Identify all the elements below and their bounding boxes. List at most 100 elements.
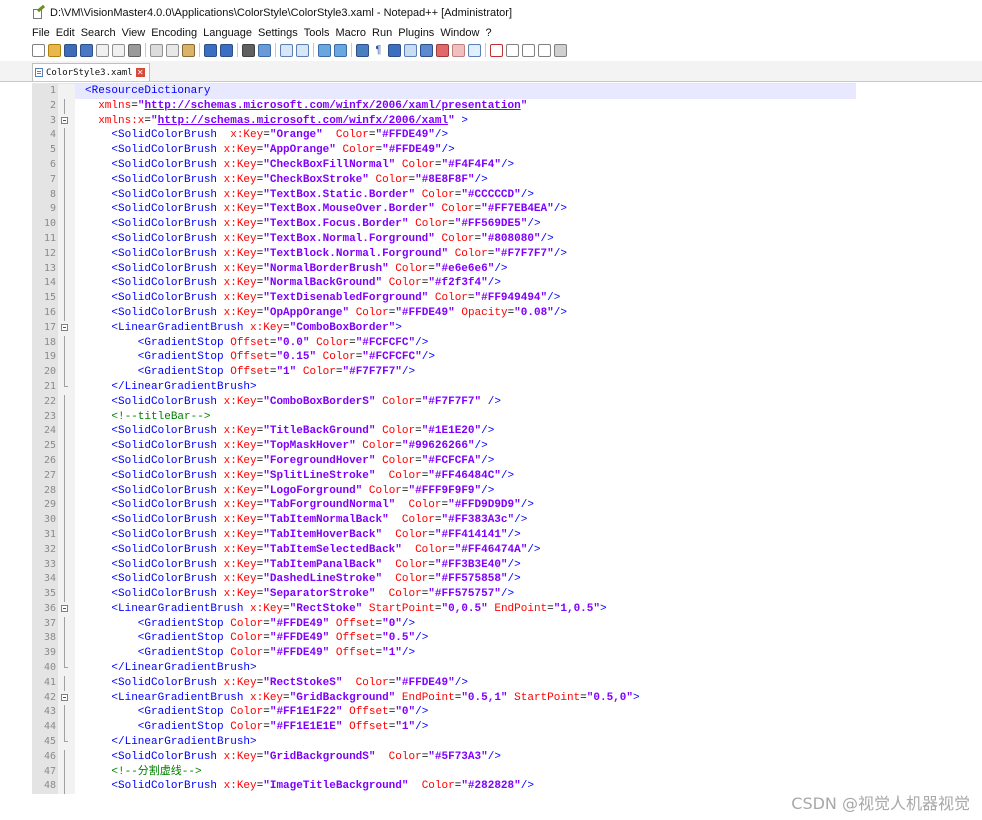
- code-line[interactable]: 41 <SolidColorBrush x:Key="RectStokeS" C…: [32, 675, 856, 691]
- code-line[interactable]: 32 <SolidColorBrush x:Key = "TabItemSelect…: [32, 542, 856, 558]
- redo-icon[interactable]: [220, 43, 233, 57]
- fold-margin[interactable]: [58, 601, 75, 617]
- code-line[interactable]: 25 <SolidColorBrush x:Key = "TopMaskHover"…: [32, 439, 856, 454]
- save-icon[interactable]: [64, 43, 77, 57]
- menu-language[interactable]: Language: [203, 27, 252, 39]
- code-line[interactable]: 27 <SolidColorBrush x:Key="SplitLineStro…: [32, 468, 856, 484]
- code-line[interactable]: 40 </LinearGradientBrush>: [32, 661, 856, 676]
- code-line[interactable]: 7 <SolidColorBrush x:Key="CheckBoxStroke…: [32, 172, 856, 188]
- undo-icon[interactable]: [204, 43, 217, 57]
- cut-icon[interactable]: [150, 43, 163, 57]
- code-line[interactable]: 44 <GradientStop Color="#FF1E1E1E" Offse…: [32, 720, 856, 736]
- code-line[interactable]: 24 <SolidColorBrush x:Key = "TitleBackGrou…: [32, 424, 856, 440]
- eye-icon[interactable]: [468, 43, 481, 57]
- monitoring-icon[interactable]: [452, 43, 465, 57]
- code-editor[interactable]: 1 <ResourceDictionary 2 xmlns="http://sche…: [32, 83, 856, 795]
- code-line[interactable]: 13 <SolidColorBrush x:Key = "NormalBorderB…: [32, 261, 856, 277]
- word-wrap-icon[interactable]: [356, 43, 369, 57]
- code-line[interactable]: 20 <GradientStop Offset="1" Color="#F7F7…: [32, 365, 856, 380]
- code-line[interactable]: 23 <!--titleBar-->: [32, 409, 856, 425]
- menu-search[interactable]: Search: [81, 27, 116, 39]
- code-line[interactable]: 12 <SolidColorBrush x:Key="TextBlock.Nor…: [32, 246, 856, 262]
- sync-vertical-icon[interactable]: [318, 43, 331, 57]
- code-line[interactable]: 18 <GradientStop Offset="0.0" Color="#FC…: [32, 335, 856, 351]
- code-line[interactable]: 45 </LinearGradientBrush>: [32, 735, 856, 750]
- folder-workspace-icon[interactable]: [436, 43, 449, 57]
- menu-encoding[interactable]: Encoding: [151, 27, 197, 39]
- menu-run[interactable]: Run: [372, 27, 392, 39]
- code-line[interactable]: 34 <SolidColorBrush x:Key = "DashedLineStr…: [32, 572, 856, 588]
- menu-edit[interactable]: Edit: [56, 27, 75, 39]
- code-line[interactable]: 4 <SolidColorBrush x:Key="Orange" Color=…: [32, 128, 856, 144]
- code-line[interactable]: 1 <ResourceDictionary: [32, 84, 856, 99]
- function-list-icon[interactable]: [420, 43, 433, 57]
- code-line[interactable]: 29 <SolidColorBrush x:Key="TabForgroundN…: [32, 498, 856, 514]
- indent-guide-icon[interactable]: [388, 43, 401, 57]
- code-line[interactable]: 47 <!--分割虚线-->: [32, 764, 856, 780]
- code-line[interactable]: 42 <LinearGradientBrush x:Key="GridBackg…: [32, 690, 856, 706]
- code-line[interactable]: 3 xmlns:x="http://schemas.microsoft.com/…: [32, 113, 856, 129]
- code-line[interactable]: 31 <SolidColorBrush x:Key = "TabItemHoverB…: [32, 527, 856, 543]
- code-line[interactable]: 17 <LinearGradientBrush x:Key="ComboBoxB…: [32, 320, 856, 336]
- code-line[interactable]: 15 <SolidColorBrush x:Key = "TextDisenable…: [32, 291, 856, 306]
- menu-macro[interactable]: Macro: [335, 27, 366, 39]
- code-line[interactable]: 11 <SolidColorBrush x:Key="TextBox.Norma…: [32, 231, 856, 247]
- menu-window[interactable]: Window: [440, 27, 479, 39]
- code-line[interactable]: 28 <SolidColorBrush x:Key = "LogoForground…: [32, 483, 856, 499]
- code-line[interactable]: 36 <LinearGradientBrush x:Key="RectStoke…: [32, 601, 856, 617]
- run-macro-multiple-icon[interactable]: [538, 43, 551, 57]
- code-line[interactable]: 35 <SolidColorBrush x:Key="SeparatorStro…: [32, 587, 856, 602]
- fold-margin[interactable]: [58, 690, 75, 706]
- code-line[interactable]: 43 <GradientStop Color="#FF1E1F22" Offse…: [32, 705, 856, 721]
- fold-toggle-icon[interactable]: [61, 604, 68, 612]
- fold-toggle-icon[interactable]: [61, 116, 68, 124]
- menu-tools[interactable]: Tools: [304, 27, 330, 39]
- menu-file[interactable]: File: [32, 27, 50, 39]
- fold-toggle-icon[interactable]: [61, 323, 68, 331]
- new-file-icon[interactable]: [32, 43, 45, 57]
- record-macro-icon[interactable]: [490, 43, 503, 57]
- code-line[interactable]: 26 <SolidColorBrush x:Key = "ForegroundHov…: [32, 453, 856, 469]
- doc-map-icon[interactable]: [404, 43, 417, 57]
- code-line[interactable]: 8 <SolidColorBrush x:Key="TextBox.Static…: [32, 187, 856, 203]
- tab-close-icon[interactable]: ✕: [135, 68, 145, 77]
- find-icon[interactable]: [242, 43, 255, 57]
- tab-colorstyle3-xaml[interactable]: ColorStyle3.xaml ✕: [32, 63, 150, 81]
- code-line[interactable]: 5 <SolidColorBrush x:Key="AppOrange" Col…: [32, 143, 856, 158]
- close-all-icon[interactable]: [112, 43, 125, 57]
- code-line[interactable]: 30 <SolidColorBrush x:Key = "TabItemNormal…: [32, 513, 856, 528]
- code-line[interactable]: 9 <SolidColorBrush x:Key="TextBox.MouseO…: [32, 202, 856, 218]
- sync-horizontal-icon[interactable]: [334, 43, 347, 57]
- play-macro-icon[interactable]: [522, 43, 535, 57]
- code-line[interactable]: 48 <SolidColorBrush x:Key="ImageTitleBac…: [32, 779, 856, 795]
- code-line[interactable]: 38 <GradientStop Color="#FFDE49" Offset=…: [32, 631, 856, 647]
- menu-view[interactable]: View: [122, 27, 146, 39]
- zoom-out-icon[interactable]: [296, 43, 309, 57]
- code-line[interactable]: 21 </LinearGradientBrush>: [32, 379, 856, 395]
- print-icon[interactable]: [128, 43, 141, 57]
- menu-settings[interactable]: Settings: [258, 27, 298, 39]
- stop-macro-icon[interactable]: [506, 43, 519, 57]
- fold-margin[interactable]: [58, 320, 75, 336]
- code-line[interactable]: 22 <SolidColorBrush x:Key = "ComboBoxBorde…: [32, 394, 856, 410]
- menu-help[interactable]: ?: [485, 27, 491, 39]
- code-line[interactable]: 6 <SolidColorBrush x:Key = "CheckBoxFillNo…: [32, 157, 856, 173]
- code-line[interactable]: 37 <GradientStop Color="#FFDE49" Offset=…: [32, 616, 856, 632]
- code-line[interactable]: 39 <GradientStop Color="#FFDE49" Offset=…: [32, 646, 856, 662]
- save-all-icon[interactable]: [80, 43, 93, 57]
- fold-toggle-icon[interactable]: [61, 693, 68, 701]
- save-macro-icon[interactable]: [554, 43, 567, 57]
- replace-icon[interactable]: [258, 43, 271, 57]
- code-line[interactable]: 19 <GradientStop Offset="0.15" Color="#F…: [32, 350, 856, 366]
- code-line[interactable]: 46 <SolidColorBrush x:Key="GridBackgroun…: [32, 749, 856, 765]
- open-file-icon[interactable]: [48, 43, 61, 57]
- code-line[interactable]: 16 <SolidColorBrush x:Key="OpAppOrange" …: [32, 305, 856, 321]
- code-line[interactable]: 2 xmlns= "http://schemas.microsoft.com/wi…: [32, 98, 856, 114]
- show-all-chars-icon[interactable]: ¶: [372, 43, 385, 57]
- code-line[interactable]: 33 <SolidColorBrush x:Key = "TabItemPanalB…: [32, 557, 856, 573]
- paste-icon[interactable]: [182, 43, 195, 57]
- menu-plugins[interactable]: Plugins: [398, 27, 434, 39]
- fold-margin[interactable]: [58, 113, 75, 129]
- zoom-in-icon[interactable]: [280, 43, 293, 57]
- close-icon[interactable]: [96, 43, 109, 57]
